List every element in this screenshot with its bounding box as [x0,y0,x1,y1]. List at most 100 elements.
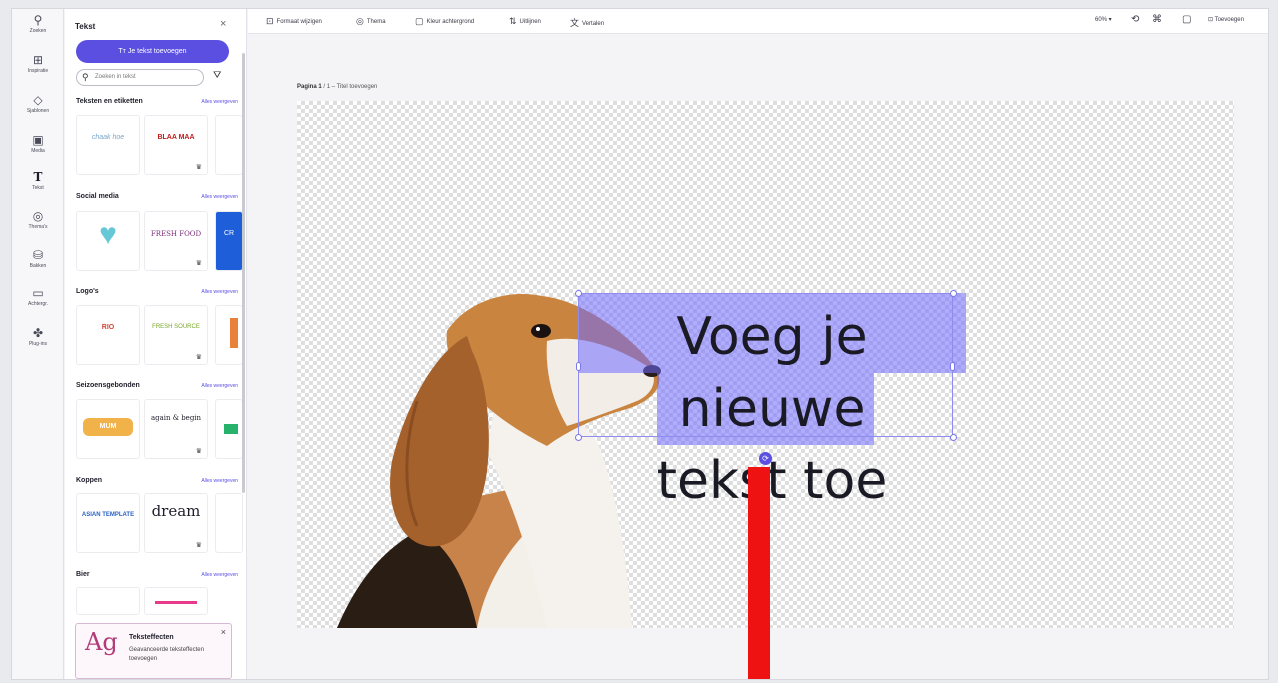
resize-handle[interactable] [576,362,581,371]
rail-search[interactable]: ⚲ Zoeken [12,13,64,35]
add-button[interactable]: ⊡ Toevoegen [1208,16,1244,23]
template-text: chaak hoe [91,134,125,141]
see-all-link[interactable]: Alles weergeven [201,572,238,578]
rail-text[interactable]: T Tekst [12,170,64,192]
crown-icon: ♛ [195,260,202,267]
text-template[interactable] [215,493,243,553]
template-text: ♥ [99,218,117,251]
translate-icon: 文 [570,18,580,28]
background-color-button[interactable]: ▢ Kleur achtergrond [415,16,474,27]
rail-label: Inspiratie [27,68,49,74]
see-all-link[interactable]: Alles weergeven [201,194,238,200]
side-rail: ⚲ Zoeken ⊞ Inspiratie ◇ Sjablonen ▣ Medi… [12,9,64,679]
rail-inspiration[interactable]: ⊞ Inspiratie [12,53,64,75]
media-icon: ▣ [32,133,44,147]
rail-label: Zoeken [29,28,47,34]
resize-handle[interactable] [950,362,955,371]
rail-data[interactable]: ⛁ Bakken [12,248,64,270]
text-template[interactable]: FRESH SOURCE ♛ [144,305,208,365]
search-placeholder: Zoeken in tekst [95,74,136,80]
text-template[interactable]: MUM [76,399,140,459]
breadcrumb-page: Pagina 1 [297,84,322,90]
breadcrumb: Pagina 1 / 1 – Titel toevoegen [297,84,377,90]
close-icon[interactable]: × [220,18,226,30]
see-all-link[interactable]: Alles weergeven [201,383,238,389]
square-icon: ▢ [415,16,424,26]
promo-title: Teksteffecten [129,634,174,641]
translate-button[interactable]: 文 Vertalen [570,16,604,29]
text-template[interactable] [215,399,243,459]
text-template[interactable]: ASIAN TEMPLATE [76,493,140,553]
text-line: tekst toe [656,451,888,511]
text-template[interactable]: RIO [76,305,140,365]
search-icon: ⚲ [33,13,43,27]
rail-label: Media [31,148,45,154]
filter-icon[interactable]: ⛛ [213,70,221,81]
canvas-text-box[interactable]: Voeg je nieuwe tekst toe [578,301,966,517]
background-icon: ▭ [32,286,44,300]
command-icon[interactable]: ⌘ [1152,14,1162,25]
section-title: Bier [76,571,90,578]
promo-description: Geavanceerde teksteffecten toevoegen [129,647,204,662]
text-panel: Tekst × Tт Je tekst toevoegen ⚲ Zoeken i… [65,9,247,679]
rail-label: Sjablonen [26,108,50,114]
close-icon[interactable]: × [221,627,226,637]
rail-label: Thema's [28,224,48,230]
panel-scrollbar[interactable] [242,53,245,493]
section-title: Logo's [76,288,99,295]
rail-templates[interactable]: ◇ Sjablonen [12,93,64,115]
rail-media[interactable]: ▣ Media [12,133,64,155]
text-template[interactable]: FRESH FOOD ♛ [144,211,208,271]
toolbar-label: Vertalen [582,21,605,27]
text-template[interactable]: again & begin ♛ [144,399,208,459]
template-text: MUM [83,418,133,436]
data-icon: ⛁ [32,248,44,262]
search-input[interactable]: ⚲ Zoeken in tekst [76,69,204,86]
text-template[interactable]: BLAA MAA ♛ [144,115,208,175]
template-text: dream [151,502,201,520]
rail-plugins[interactable]: ✤ Plug-ins [12,326,64,348]
text-template[interactable]: CR [215,211,243,271]
see-all-link[interactable]: Alles weergeven [201,289,238,295]
align-button[interactable]: ⇅ Uitlijnen [509,16,541,27]
text-template[interactable]: chaak hoe [76,115,140,175]
resize-handle[interactable] [575,434,582,441]
toolbar-label: Thema [366,19,386,25]
text-template[interactable] [76,587,140,615]
toolbar-label: Uitlijnen [519,19,541,25]
app-window: ⚲ Zoeken ⊞ Inspiratie ◇ Sjablonen ▣ Medi… [11,8,1269,680]
rail-themes[interactable]: ◎ Thema's [12,209,64,231]
top-toolbar: ⊡ Formaat wijzigen ◎ Thema ▢ Kleur achtergr… [248,9,1268,34]
template-text: CR [223,230,235,237]
resize-handle[interactable] [575,290,582,297]
page-icon[interactable]: ▢ [1182,14,1191,25]
align-icon: ⇅ [509,16,517,26]
breadcrumb-title[interactable]: / 1 – Titel toevoegen [322,84,377,90]
template-text: BLAA MAA [157,134,195,141]
resize-handle[interactable] [950,290,957,297]
promo-logo: Ag [85,628,118,656]
text-template[interactable] [144,587,208,615]
section-title: Teksten en etiketten [76,98,143,105]
add-text-button[interactable]: Tт Je tekst toevoegen [76,40,229,63]
rail-background[interactable]: ▭ Achtergr. [12,286,64,308]
template-text [230,318,238,348]
theme-button[interactable]: ◎ Thema [356,16,386,27]
text-template[interactable] [215,115,243,175]
undo-icon[interactable]: ⟲ [1131,14,1139,25]
see-all-link[interactable]: Alles weergeven [201,99,238,105]
shapes-icon: ◇ [33,93,43,107]
theme-icon: ◎ [32,209,44,223]
zoom-select[interactable]: 60% ▾ [1095,16,1112,23]
text-template[interactable]: dream ♛ [144,493,208,553]
template-text: RIO [101,324,115,331]
text-template[interactable] [215,305,243,365]
rotate-icon[interactable]: ⟳ [759,452,772,465]
resize-button[interactable]: ⊡ Formaat wijzigen [266,16,322,27]
resize-handle[interactable] [950,434,957,441]
text-effects-promo[interactable]: Ag Teksteffecten Geavanceerde teksteffec… [75,623,232,679]
text-template[interactable]: ♥ [76,211,140,271]
see-all-link[interactable]: Alles weergeven [201,478,238,484]
text-icon: T [33,170,43,184]
toolbar-label: Kleur achtergrond [426,19,475,25]
